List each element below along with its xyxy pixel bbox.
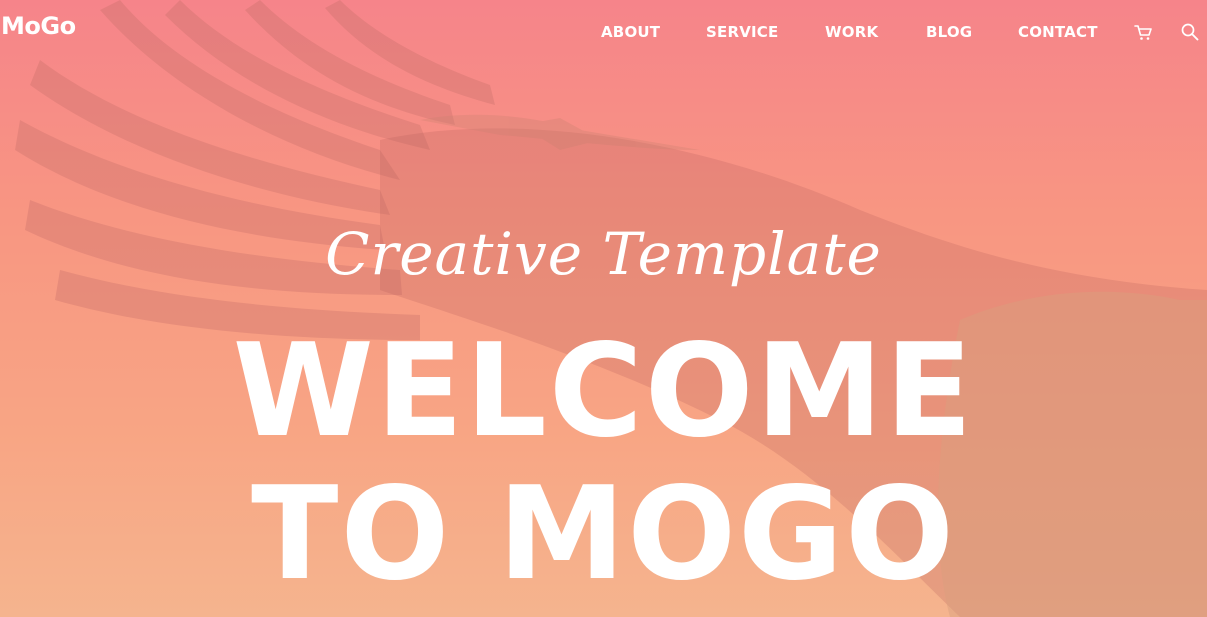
hero-headline-line1: WELCOME — [232, 317, 975, 466]
search-icon[interactable] — [1180, 22, 1200, 42]
nav-link-contact[interactable]: CONTACT — [1018, 22, 1098, 42]
nav-link-about[interactable]: ABOUT — [601, 22, 660, 42]
hero-tagline: Creative Template — [325, 220, 882, 288]
nav-link-blog[interactable]: BLOG — [926, 22, 972, 42]
main-nav: ABOUT SERVICE WORK BLOG CONTACT — [0, 22, 1207, 44]
cart-icon[interactable] — [1133, 22, 1153, 42]
nav-link-service[interactable]: SERVICE — [706, 22, 778, 42]
site-header: MoGo ABOUT SERVICE WORK BLOG CONTACT — [0, 0, 1207, 64]
nav-link-work[interactable]: WORK — [825, 22, 878, 42]
hero-section: MoGo ABOUT SERVICE WORK BLOG CONTACT Cre… — [0, 0, 1207, 617]
hero-headline-line2: TO MOGO — [251, 460, 956, 609]
